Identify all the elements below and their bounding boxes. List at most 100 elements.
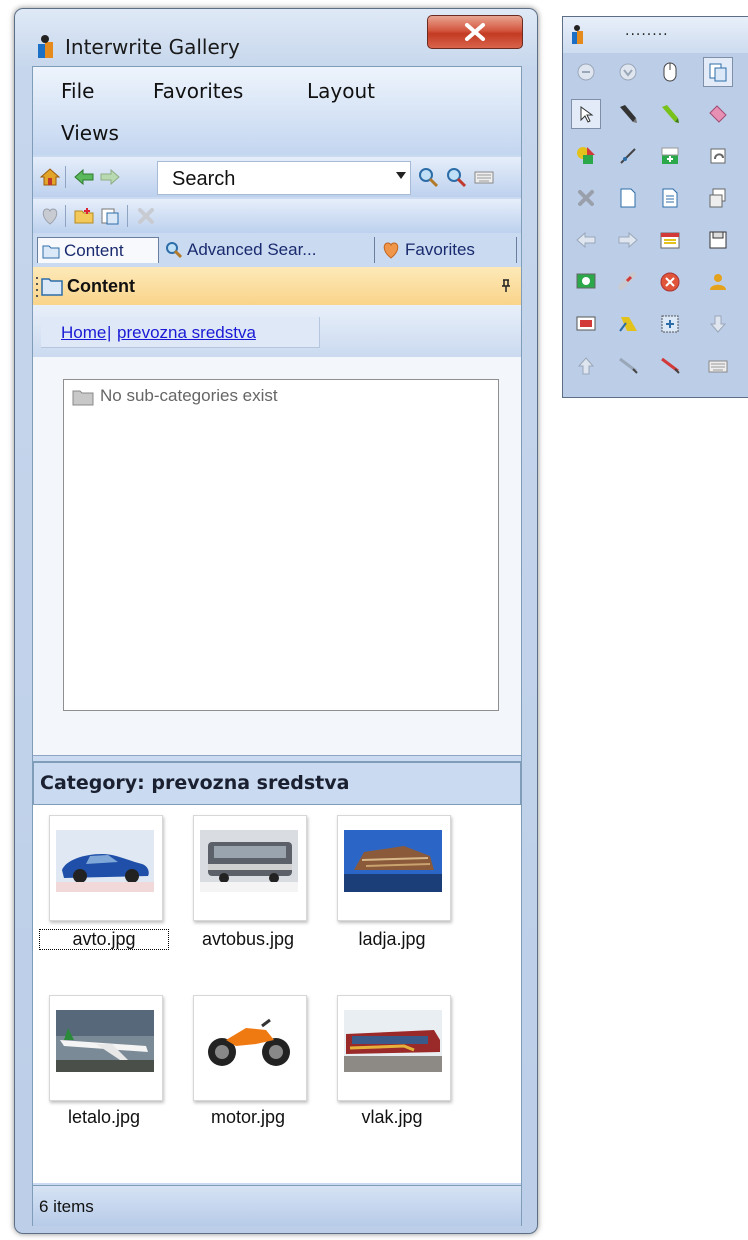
delete-icon <box>135 205 157 227</box>
tab-favorites[interactable]: Favorites <box>377 237 517 263</box>
breadcrumb-home-link[interactable]: Home <box>61 323 106 343</box>
tool-palette: ........ <box>562 16 748 398</box>
search-icon[interactable] <box>417 166 439 188</box>
zoom-out-icon[interactable] <box>571 57 601 87</box>
motorcycle-thumbnail <box>200 1010 298 1072</box>
keyboard-icon[interactable] <box>703 351 733 381</box>
folder-icon <box>72 390 94 406</box>
menu-layout[interactable]: Layout <box>307 79 375 103</box>
breadcrumb-bar: Home | prevozna sredstva <box>33 305 521 357</box>
highlighter-icon[interactable] <box>655 99 685 129</box>
previous-page-icon[interactable] <box>571 225 601 255</box>
chevron-down-icon[interactable] <box>396 172 406 179</box>
thumbnail-caption[interactable]: ladja.jpg <box>327 929 457 950</box>
search-combobox[interactable] <box>157 161 411 195</box>
spotlight-icon[interactable] <box>613 309 643 339</box>
region-capture-icon[interactable] <box>655 309 685 339</box>
thumbnail-gallery: avto.jpg avtobus.jpg ladja.jpg letalo.jp… <box>33 805 521 1183</box>
tab-advanced-search[interactable]: Advanced Sear... <box>161 237 375 263</box>
thumbnail-avtobus[interactable] <box>193 815 307 921</box>
line-tool-icon[interactable] <box>613 141 643 171</box>
user-icon[interactable] <box>703 267 733 297</box>
save-icon[interactable] <box>703 225 733 255</box>
page-copy-icon[interactable] <box>703 57 733 87</box>
palette-title: ........ <box>625 23 669 39</box>
document-icon[interactable] <box>655 183 685 213</box>
undo-icon[interactable] <box>703 141 733 171</box>
new-page-icon[interactable] <box>613 183 643 213</box>
thumbnail-vlak[interactable] <box>337 995 451 1101</box>
thumbnail-caption[interactable]: vlak.jpg <box>327 1107 457 1128</box>
pointer-pen-icon[interactable] <box>613 351 643 381</box>
status-bar: 6 items <box>33 1185 521 1226</box>
thumbnail-caption[interactable]: avtobus.jpg <box>183 929 313 950</box>
subcategories-list[interactable]: No sub-categories exist <box>63 379 499 711</box>
mouse-icon[interactable] <box>655 57 685 87</box>
scroll-down-icon[interactable] <box>613 57 643 87</box>
pen-icon[interactable] <box>613 99 643 129</box>
palette-title-bar[interactable]: ........ <box>563 17 748 53</box>
search-input[interactable] <box>170 167 374 192</box>
content-panel-title: Content <box>67 276 135 296</box>
advanced-search-icon[interactable] <box>445 166 467 188</box>
heart-icon <box>383 242 399 259</box>
select-arrow-icon[interactable] <box>571 99 601 129</box>
train-thumbnail <box>344 1010 442 1072</box>
ship-thumbnail <box>344 830 442 892</box>
keyboard-icon[interactable] <box>473 166 495 188</box>
close-button[interactable] <box>427 15 523 49</box>
magnifier-icon <box>166 242 183 259</box>
eraser-icon[interactable] <box>703 99 733 129</box>
back-arrow-icon[interactable] <box>73 166 95 188</box>
folder-icon <box>42 245 60 258</box>
breadcrumb: Home | prevozna sredstva <box>41 317 320 348</box>
forward-arrow-icon[interactable] <box>99 166 121 188</box>
thumbnail-caption[interactable]: avto.jpg <box>39 929 169 950</box>
shapes-icon[interactable] <box>571 141 601 171</box>
screen-capture-icon[interactable] <box>571 267 601 297</box>
text-tool-icon[interactable] <box>655 141 685 171</box>
title-bar[interactable]: Interwrite Gallery <box>35 27 240 67</box>
airplane-thumbnail <box>56 1010 154 1072</box>
thumbnail-caption[interactable]: motor.jpg <box>183 1107 313 1128</box>
menu-file[interactable]: File <box>61 79 94 103</box>
navigation-toolbar <box>33 157 521 197</box>
red-pen-icon[interactable] <box>655 351 685 381</box>
page-sorter-icon[interactable] <box>703 183 733 213</box>
calendar-icon[interactable] <box>655 225 685 255</box>
category-title: Category: prevozna sredstva <box>40 772 350 794</box>
new-folder-icon[interactable] <box>73 205 95 227</box>
bus-thumbnail <box>200 830 298 892</box>
menu-bar: File Favorites Layout Views <box>33 67 521 155</box>
import-icon[interactable] <box>99 205 121 227</box>
thumbnail-avto[interactable] <box>49 815 163 921</box>
menu-favorites[interactable]: Favorites <box>153 79 243 103</box>
pin-icon[interactable] <box>501 279 511 293</box>
thumbnail-letalo[interactable] <box>49 995 163 1101</box>
tab-content[interactable]: Content <box>37 237 159 263</box>
add-favorite-icon <box>39 205 61 227</box>
tab-label: Favorites <box>405 240 475 259</box>
menu-views[interactable]: Views <box>61 121 119 145</box>
thumbnail-motor[interactable] <box>193 995 307 1101</box>
delete-icon[interactable] <box>571 183 601 213</box>
grip-icon[interactable] <box>35 275 39 297</box>
up-arrow-icon[interactable] <box>571 351 601 381</box>
breadcrumb-current-link[interactable]: prevozna sredstva <box>117 323 256 343</box>
item-count: 6 items <box>39 1197 94 1216</box>
thumbnail-ladja[interactable] <box>337 815 451 921</box>
home-icon[interactable] <box>39 166 61 188</box>
gallery-body: File Favorites Layout Views Search Conte… <box>32 66 522 1226</box>
presentation-icon[interactable] <box>571 309 601 339</box>
folder-icon <box>41 278 63 296</box>
no-subcategories-message: No sub-categories exist <box>100 386 278 405</box>
next-page-icon[interactable] <box>613 225 643 255</box>
stop-icon[interactable] <box>655 267 685 297</box>
link-icon[interactable] <box>613 267 643 297</box>
thumbnail-caption[interactable]: letalo.jpg <box>39 1107 169 1128</box>
car-thumbnail <box>56 830 154 892</box>
gallery-window: Interwrite Gallery File Favorites Layout… <box>14 8 538 1234</box>
toolbar-separator <box>127 205 128 227</box>
down-arrow-icon[interactable] <box>703 309 733 339</box>
interwrite-logo-icon <box>572 25 583 44</box>
